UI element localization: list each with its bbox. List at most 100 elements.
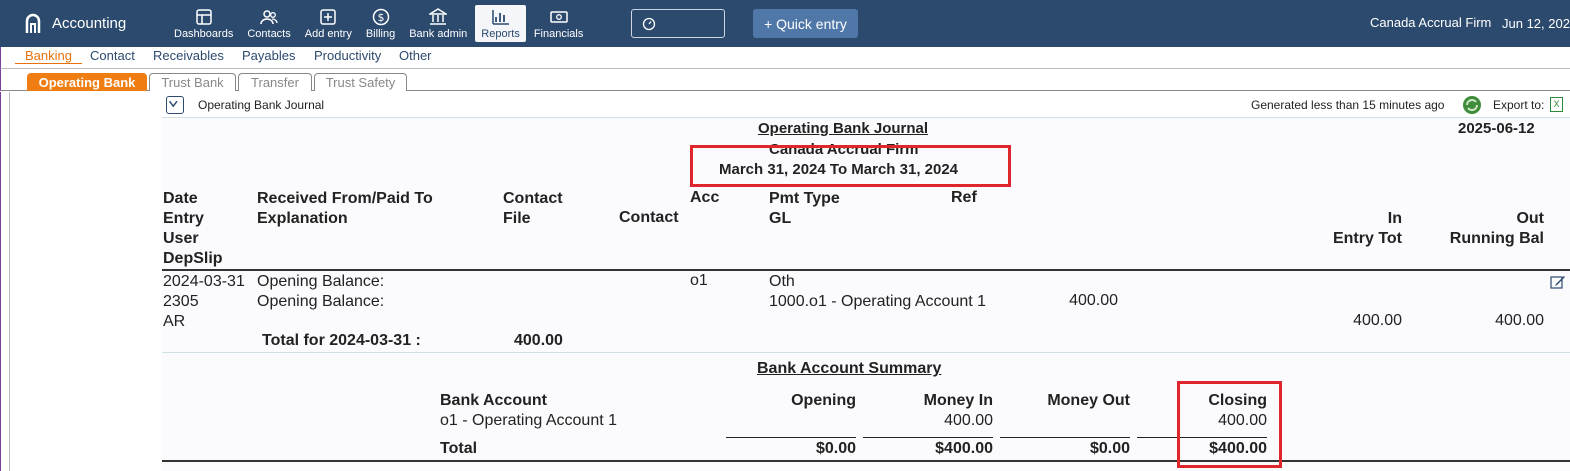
app-logo-icon [25,13,41,33]
add-entry-icon [320,9,337,25]
tab-transfer[interactable]: Transfer [238,73,312,91]
nav-label: Contacts [247,28,291,40]
main-nav: Dashboards Contacts Add entry $ Billing … [168,5,591,42]
tab-trust-bank[interactable]: Trust Bank [149,73,236,91]
tab-trust-safety[interactable]: Trust Safety [314,73,407,91]
entry-entry-tot: 400.00 [1353,312,1402,329]
bank-tabs: Operating Bank Trust Bank Transfer Trust… [0,69,1570,91]
app-brand[interactable]: Accounting [24,12,126,34]
entry-id-block: 2024-03-31 2305 AR [163,272,245,332]
edit-icon[interactable] [1550,274,1566,290]
subnav-payables[interactable]: Payables [242,48,295,63]
col-entry: Entry [163,210,204,227]
entry-acc: o1 [690,272,708,289]
contacts-icon [260,10,278,25]
report-header-bar: Operating Bank Journal Generated less th… [162,92,1570,118]
col-date: Date [163,190,198,207]
sum-line [726,437,856,438]
nav-dashboards[interactable]: Dashboards [168,5,239,42]
col-user: User [163,230,199,247]
col-date-header: Date Entry User DepSlip [163,189,223,269]
highlight-range [690,145,1011,187]
highlight-closing [1177,381,1282,468]
entry-explanation: Opening Balance: [257,293,385,310]
col-acc: Acc [690,189,720,206]
nav-label: Billing [365,28,396,40]
entry-running-bal: 400.00 [1495,312,1544,329]
nav-bank-admin[interactable]: Bank admin [403,5,473,42]
nav-label: Bank admin [409,28,468,40]
export-label: Export to: [1493,98,1545,112]
entry-number: 2305 [163,293,199,310]
subnav-banking[interactable]: Banking [15,48,82,64]
summary-col-money-out: Money Out [1047,392,1130,409]
col-contact-a: Contact [503,190,563,207]
summary-total-label: Total [440,440,478,457]
col-entry-tot: Entry Tot [1332,230,1402,247]
summary-total-money-in: $400.00 [935,440,993,457]
header-divider [162,269,1570,271]
col-pmt-type: Pmt Type [769,190,840,207]
col-received: Received From/Paid To [257,190,433,207]
col-gl: GL [769,210,792,227]
entry-gl: 1000.o1 - Operating Account 1 [769,293,987,310]
top-bar: Accounting Dashboards Contacts Add entry… [0,0,1570,47]
nav-financials[interactable]: Financials [528,5,590,42]
svg-text:$: $ [377,11,384,24]
col-in: In [1387,210,1402,227]
collapse-button[interactable] [166,96,184,114]
summary-title: Bank Account Summary [757,360,942,377]
col-pmt-header: Pmt Type GL [769,189,840,229]
nav-add-entry[interactable]: Add entry [299,5,358,42]
col-file: File [503,210,531,227]
total-date-label: Total for 2024-03-31 : [262,332,421,349]
total-date-value: 400.00 [514,332,563,349]
report-title: Operating Bank Journal [758,120,929,137]
nav-contacts[interactable]: Contacts [241,5,296,42]
row-divider [162,352,1570,353]
subnav-other[interactable]: Other [399,48,432,63]
nav-reports[interactable]: Reports [475,5,526,42]
nav-label: Reports [481,28,520,40]
nav-label: Financials [533,28,584,40]
entry-date: 2024-03-31 [163,273,245,290]
report-date: 2025-06-12 [1458,120,1535,137]
entry-pmt-type: Oth [769,273,795,290]
sub-nav: Banking Contact Receivables Payables Pro… [0,47,1570,69]
firm-name[interactable]: Canada Accrual Firm [1370,15,1491,30]
nav-label: Add entry [304,28,352,40]
financials-icon [549,11,568,23]
chevron-down-icon [168,100,178,108]
entry-user: AR [163,313,186,330]
subnav-productivity[interactable]: Productivity [314,48,381,63]
tab-operating-bank[interactable]: Operating Bank [27,73,147,91]
subnav-contact[interactable]: Contact [90,48,135,63]
footer-divider [162,460,1570,462]
col-depslip: DepSlip [163,250,223,267]
col-running-bal: Running Bal [1449,230,1544,247]
journal-label: Operating Bank Journal [198,98,325,112]
divider [9,92,10,471]
nav-billing[interactable]: $ Billing [360,5,401,42]
entry-received: Opening Balance: [257,273,385,290]
left-panel [0,92,162,471]
current-date: Jun 12, 202 [1502,16,1570,31]
excel-export-icon[interactable]: X [1550,97,1563,112]
summary-account: o1 - Operating Account 1 [440,412,617,429]
entry-gl-amount: 400.00 [1069,292,1118,309]
col-ref: Ref [951,189,977,206]
entry-received-block: Opening Balance: Opening Balance: [257,272,384,312]
subnav-receivables[interactable]: Receivables [153,48,224,63]
summary-total-money-out: $0.00 [1089,440,1130,457]
bank-icon [429,8,448,25]
quick-entry-button[interactable]: + Quick entry [753,9,858,38]
col-out-header: Out Running Bal [1422,209,1544,249]
summary-col-money-in: Money In [923,392,993,409]
dashboard-icon [195,9,212,25]
summary-money-in: 400.00 [944,412,993,429]
col-out: Out [1516,210,1544,227]
col-explanation: Explanation [257,210,348,227]
sum-line [863,437,993,438]
refresh-icon[interactable] [1462,95,1482,115]
search-input[interactable] [631,9,725,38]
